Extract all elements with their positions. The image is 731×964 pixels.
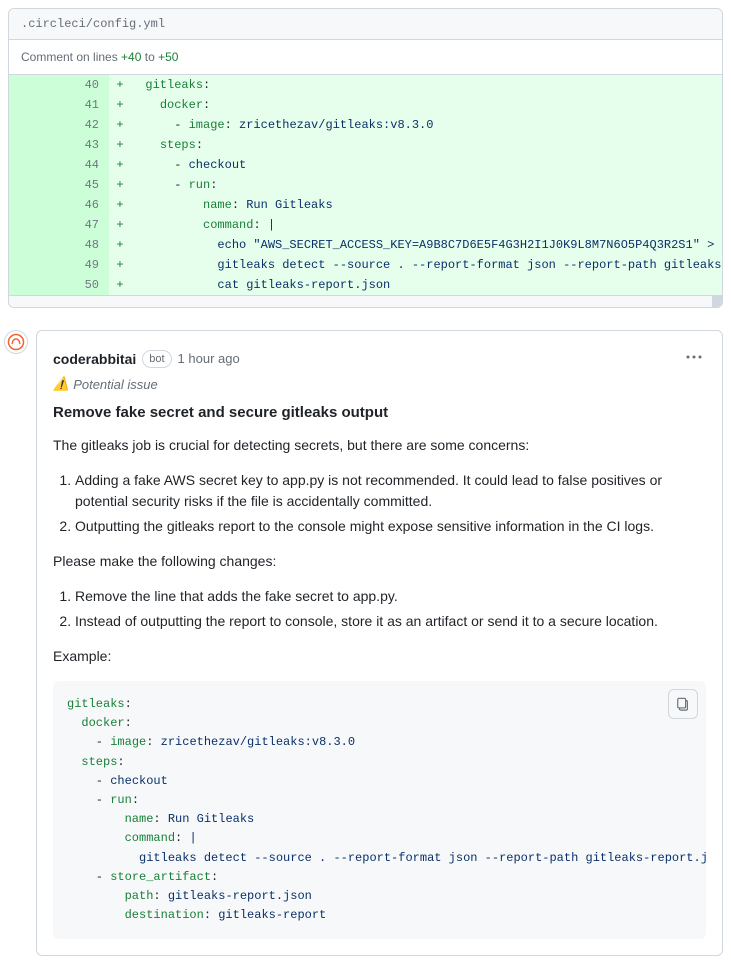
changes-list: Remove the line that adds the fake secre… <box>75 586 706 632</box>
concerns-list: Adding a fake AWS secret key to app.py i… <box>75 470 706 537</box>
snippet-line: - checkout <box>67 772 692 791</box>
diff-scroll[interactable]: 40+ gitleaks:41+ docker:42+ - image: zri… <box>9 75 722 295</box>
comment-author[interactable]: coderabbitai <box>53 351 136 367</box>
avatar[interactable] <box>4 330 28 354</box>
list-item: Adding a fake AWS secret key to app.py i… <box>75 470 706 512</box>
issue-label: Potential issue <box>73 377 158 392</box>
range-mid: to <box>141 50 158 64</box>
file-path[interactable]: .circleci/config.yml <box>9 9 722 40</box>
warning-icon: ⚠️ <box>53 376 69 392</box>
diff-table: 40+ gitleaks:41+ docker:42+ - image: zri… <box>9 75 722 295</box>
kebab-icon <box>686 349 702 365</box>
copy-button[interactable] <box>668 689 698 719</box>
diff-line[interactable]: 42+ - image: zricethezav/gitleaks:v8.3.0 <box>9 115 722 135</box>
coderabbit-logo-icon <box>7 333 25 351</box>
diff-frame: .circleci/config.yml Comment on lines +4… <box>8 8 723 308</box>
snippet-line: destination: gitleaks-report <box>67 906 692 925</box>
review-comment: coderabbitai bot 1 hour ago ⚠️ Potential… <box>36 330 723 956</box>
snippet-line: docker: <box>67 714 692 733</box>
diff-line[interactable]: 43+ steps: <box>9 135 722 155</box>
snippet-line: steps: <box>67 753 692 772</box>
range-to: +50 <box>158 50 178 64</box>
diff-line[interactable]: 47+ command: | <box>9 215 722 235</box>
example-label: Example: <box>53 646 706 667</box>
comment-header: coderabbitai bot 1 hour ago <box>53 345 706 372</box>
comment-time[interactable]: 1 hour ago <box>178 351 240 366</box>
diff-line[interactable]: 49+ gitleaks detect --source . --report-… <box>9 255 722 275</box>
snippet-line: path: gitleaks-report.json <box>67 887 692 906</box>
snippet-line: name: Run Gitleaks <box>67 810 692 829</box>
list-item: Instead of outputting the report to cons… <box>75 611 706 632</box>
bot-badge: bot <box>142 350 171 368</box>
snippet-line: gitleaks: <box>67 695 692 714</box>
diff-line[interactable]: 48+ echo "AWS_SECRET_ACCESS_KEY=A9B8C7D6… <box>9 235 722 255</box>
comment-title: Remove fake secret and secure gitleaks o… <box>53 404 706 421</box>
snippet-line: - store_artifact: <box>67 868 692 887</box>
snippet-line: command: | <box>67 829 692 848</box>
snippet-line: gitleaks detect --source . --report-form… <box>67 849 692 868</box>
comment-body: Remove fake secret and secure gitleaks o… <box>53 404 706 939</box>
diff-line[interactable]: 40+ gitleaks: <box>9 75 722 95</box>
diff-line[interactable]: 45+ - run: <box>9 175 722 195</box>
diff-line[interactable]: 46+ name: Run Gitleaks <box>9 195 722 215</box>
snippet-line: - run: <box>67 791 692 810</box>
range-from: +40 <box>121 50 141 64</box>
comment-actions-menu[interactable] <box>682 345 706 372</box>
list-item: Remove the line that adds the fake secre… <box>75 586 706 607</box>
range-prefix: Comment on lines <box>21 50 121 64</box>
horizontal-scrollbar[interactable] <box>9 295 722 307</box>
snippet-line: - image: zricethezav/gitleaks:v8.3.0 <box>67 733 692 752</box>
diff-line[interactable]: 50+ cat gitleaks-report.json <box>9 275 722 295</box>
diff-line[interactable]: 41+ docker: <box>9 95 722 115</box>
list-item: Outputting the gitleaks report to the co… <box>75 516 706 537</box>
diff-line[interactable]: 44+ - checkout <box>9 155 722 175</box>
comment-intro: The gitleaks job is crucial for detectin… <box>53 435 706 456</box>
issue-tag: ⚠️ Potential issue <box>53 376 706 392</box>
changes-intro: Please make the following changes: <box>53 551 706 572</box>
comment-line-range: Comment on lines +40 to +50 <box>9 40 722 75</box>
copy-icon <box>676 697 690 711</box>
code-snippet: gitleaks: docker: - image: zricethezav/g… <box>53 681 706 939</box>
